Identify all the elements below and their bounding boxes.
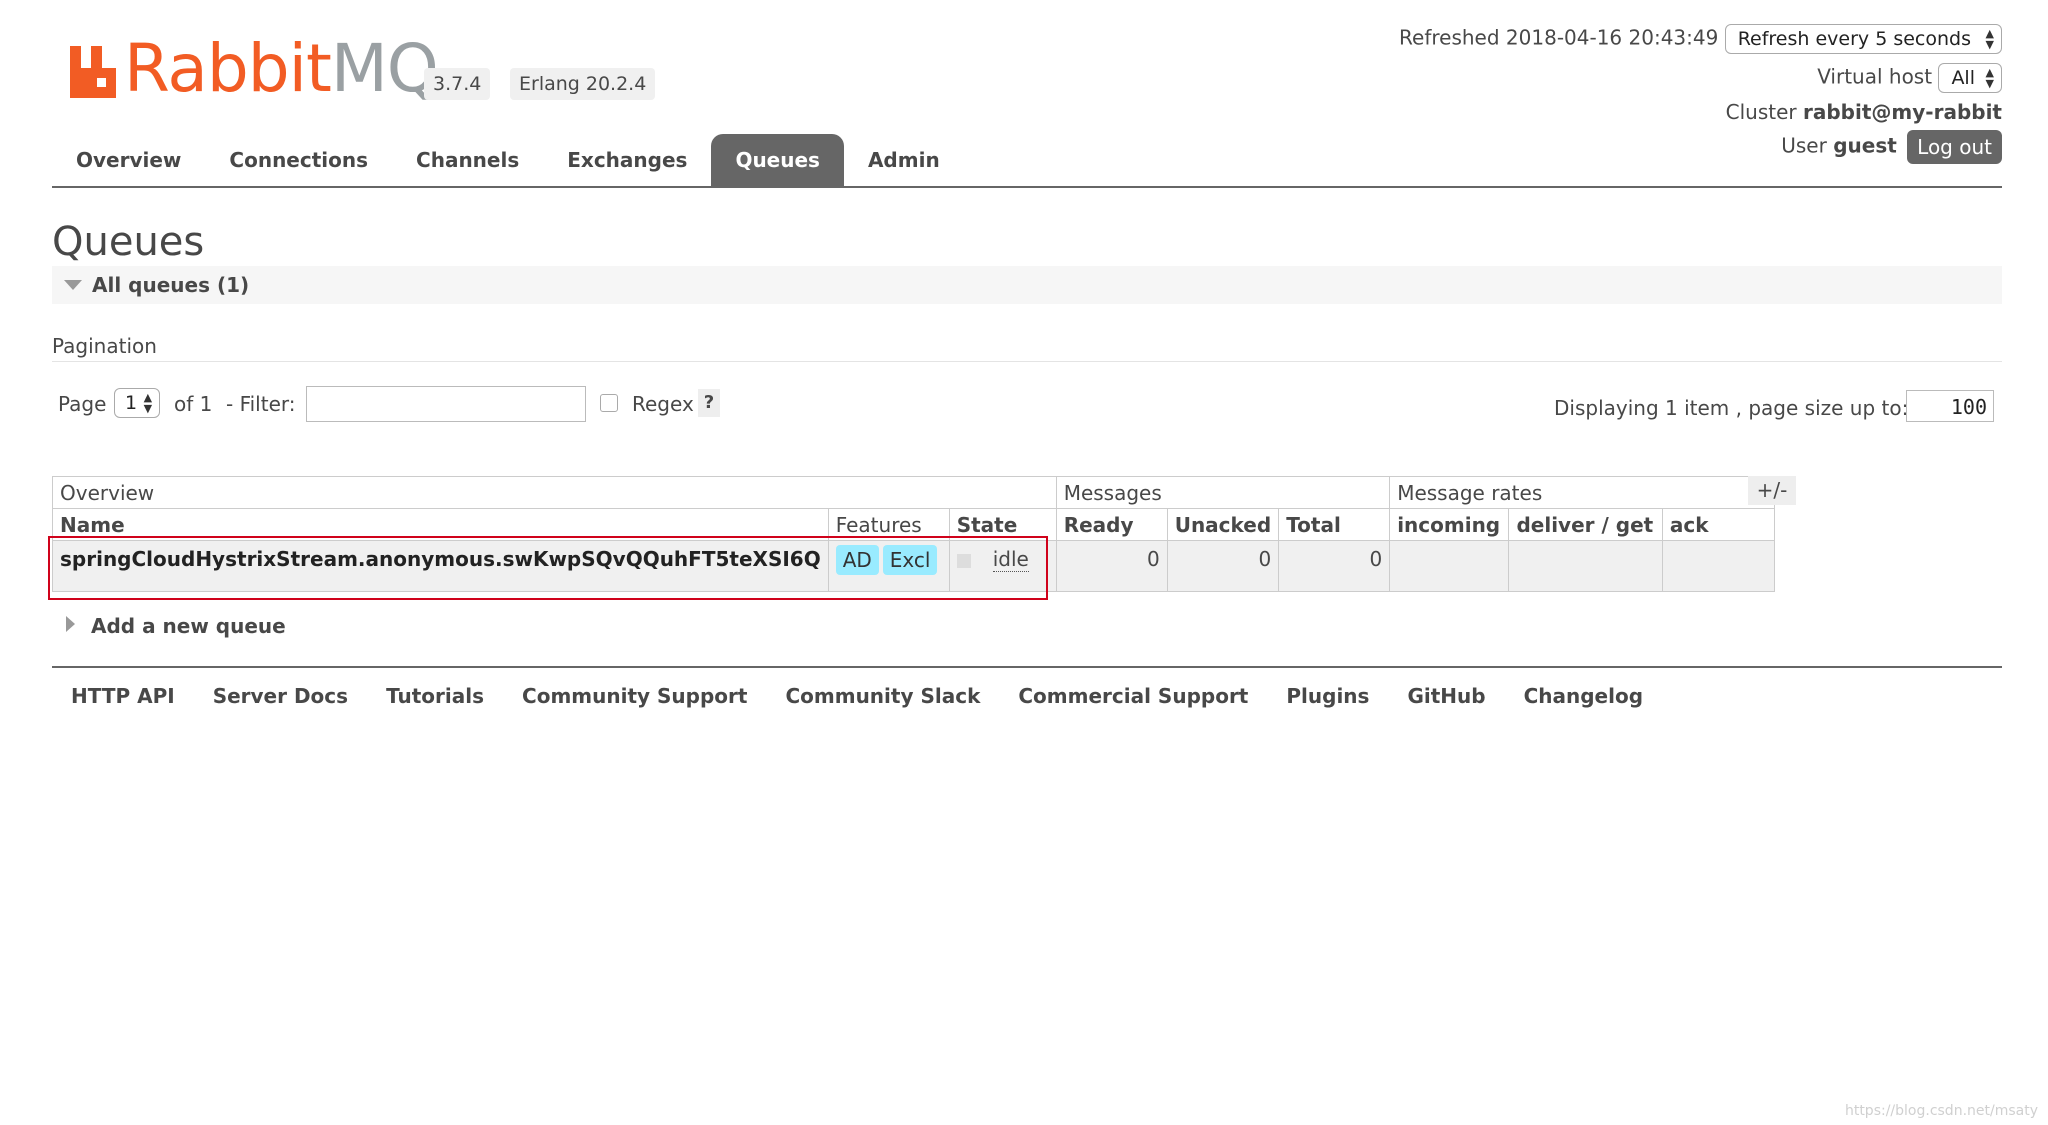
footer-link-github[interactable]: GitHub [1388, 680, 1504, 712]
vhost-row: Virtual host All ▲ ▼ [1817, 63, 2002, 93]
regex-checkbox[interactable] [600, 394, 618, 412]
cell-deliver-get [1508, 540, 1663, 592]
tab-connections[interactable]: Connections [205, 134, 392, 186]
rabbitmq-logo: RabbitMQ TM [68, 36, 455, 102]
watermark: https://blog.csdn.net/msaty [1844, 1103, 2038, 1119]
page-of-label: of 1 [174, 392, 213, 416]
footer-link-tutorials[interactable]: Tutorials [367, 680, 503, 712]
all-queues-section-toggle[interactable]: All queues (1) [52, 266, 2002, 304]
rabbitmq-version-badge: 3.7.4 [424, 68, 491, 100]
tab-exchanges[interactable]: Exchanges [543, 134, 711, 186]
page-select[interactable]: 1 ▲ ▼ [114, 388, 161, 418]
vhost-label: Virtual host [1817, 64, 1933, 89]
user-name: guest [1833, 133, 1897, 158]
highlight-annotation-box [48, 536, 1048, 600]
col-header-deliver-get[interactable]: deliver / get [1508, 508, 1663, 541]
filter-input[interactable] [306, 386, 586, 422]
refreshed-timestamp: Refreshed 2018-04-16 20:43:49 [1399, 25, 1719, 50]
cluster-row: Cluster rabbit@my-rabbit [1726, 100, 2002, 124]
tab-admin[interactable]: Admin [844, 134, 964, 186]
col-header-ready[interactable]: Ready [1055, 508, 1168, 541]
logo-text-rabbit: Rabbit [124, 30, 332, 107]
cell-total: 0 [1278, 540, 1391, 592]
footer-link-plugins[interactable]: Plugins [1267, 680, 1388, 712]
refresh-interval-select[interactable]: Refresh every 5 seconds ▲ ▼ [1724, 24, 2002, 54]
logo-text-mq: MQ [330, 30, 439, 107]
column-toggle-button[interactable]: +/- [1748, 476, 1796, 505]
all-queues-label: All queues (1) [92, 273, 250, 297]
group-header-message-rates: Message rates [1389, 476, 1776, 509]
regex-help-button[interactable]: ? [698, 389, 720, 417]
filter-label: - Filter: [226, 392, 296, 416]
col-header-total[interactable]: Total [1278, 508, 1391, 541]
tab-queues[interactable]: Queues [711, 134, 844, 186]
cell-ready: 0 [1055, 540, 1168, 592]
footer-links: HTTP API Server Docs Tutorials Community… [52, 680, 1662, 712]
rabbit-logo-icon [70, 46, 116, 98]
footer-link-commercial-support[interactable]: Commercial Support [999, 680, 1267, 712]
footer-link-server-docs[interactable]: Server Docs [194, 680, 367, 712]
footer-link-changelog[interactable]: Changelog [1505, 680, 1662, 712]
col-header-ack[interactable]: ack [1661, 508, 1776, 541]
user-label: User [1781, 133, 1827, 158]
page-title: Queues [52, 219, 205, 265]
erlang-version-badge: Erlang 20.2.4 [510, 68, 656, 100]
cluster-name: rabbit@my-rabbit [1803, 100, 2002, 124]
col-header-unacked[interactable]: Unacked [1166, 508, 1280, 541]
tab-divider [52, 186, 2002, 188]
user-row: User guest Log out [1781, 130, 2002, 164]
logout-button[interactable]: Log out [1907, 130, 2002, 164]
page-label: Page [58, 392, 107, 416]
tab-channels[interactable]: Channels [392, 134, 543, 186]
page-size-input[interactable]: 100 [1906, 390, 1994, 422]
footer-link-community-slack[interactable]: Community Slack [766, 680, 999, 712]
cell-unacked: 0 [1166, 540, 1280, 592]
triangle-right-icon [66, 616, 75, 632]
col-header-incoming[interactable]: incoming [1389, 508, 1510, 541]
pagination-heading: Pagination [52, 334, 157, 358]
select-arrows-icon: ▲ ▼ [1985, 66, 1994, 90]
select-arrows-icon: ▲ ▼ [143, 391, 153, 415]
regex-label: Regex [632, 392, 694, 416]
select-arrows-icon: ▲ ▼ [1985, 27, 1994, 51]
vhost-select[interactable]: All ▲ ▼ [1938, 63, 2002, 93]
triangle-down-icon [64, 280, 82, 290]
cell-incoming [1389, 540, 1510, 592]
main-nav-tabs: Overview Connections Channels Exchanges … [52, 134, 964, 186]
refresh-row: Refreshed 2018-04-16 20:43:49 Refresh ev… [1399, 24, 2002, 54]
footer-link-community-support[interactable]: Community Support [503, 680, 766, 712]
group-header-overview: Overview [52, 476, 1057, 509]
tab-overview[interactable]: Overview [52, 134, 205, 186]
cell-ack [1661, 540, 1776, 592]
footer-link-http-api[interactable]: HTTP API [52, 680, 194, 712]
display-count-label: Displaying 1 item , page size up to: [1554, 396, 1909, 420]
pagination-divider [52, 361, 2002, 362]
group-header-messages: Messages [1055, 476, 1391, 509]
footer-divider [52, 666, 2002, 668]
cluster-label: Cluster [1725, 100, 1797, 124]
add-queue-toggle[interactable]: Add a new queue [66, 614, 286, 638]
